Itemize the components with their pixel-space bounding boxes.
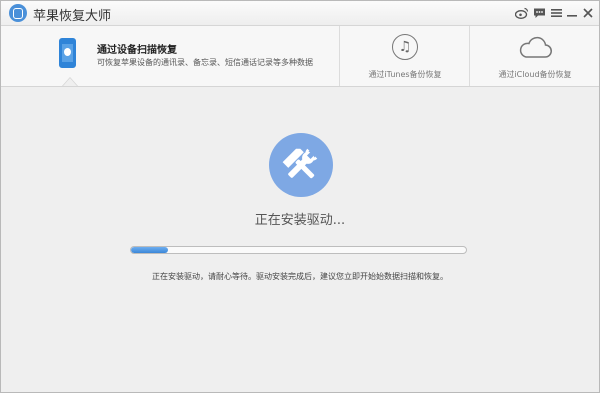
mode-tab-bar: 通过设备扫描恢复 可恢复苹果设备的通讯录、备忘录、短信通话记录等多种数据 ♫ 通… [1, 26, 599, 87]
music-note-icon: ♫ [392, 34, 418, 60]
active-tab-pointer [63, 78, 77, 86]
menu-icon[interactable] [549, 6, 563, 20]
app-window: 苹果恢复大师 通过设备扫描恢复 可恢复苹果设备的通讯录、备忘录、短信通话记录等多… [0, 0, 600, 393]
weibo-icon[interactable] [515, 6, 529, 20]
main-panel: 正在安装驱动... 正在安装驱动，请耐心等待。驱动安装完成后，建议您立即开始始数… [1, 87, 599, 392]
chat-icon[interactable] [532, 6, 546, 20]
tab-device-scan[interactable]: 通过设备扫描恢复 可恢复苹果设备的通讯录、备忘录、短信通话记录等多种数据 [1, 26, 339, 86]
tab-icloud-backup[interactable]: 通过iCloud备份恢复 [469, 26, 599, 86]
title-bar[interactable]: 苹果恢复大师 [1, 1, 599, 26]
tab-itunes-label: 通过iTunes备份恢复 [368, 70, 442, 79]
install-progress-fill [131, 247, 168, 253]
phone-icon [59, 38, 76, 68]
tab-itunes-backup[interactable]: ♫ 通过iTunes备份恢复 [339, 26, 470, 86]
cloud-icon [519, 36, 552, 58]
app-title: 苹果恢复大师 [33, 9, 112, 24]
tools-icon [269, 133, 333, 197]
install-progress-bar [130, 246, 467, 254]
install-status-text: 正在安装驱动... [254, 213, 346, 228]
tab-device-description: 可恢复苹果设备的通讯录、备忘录、短信通话记录等多种数据 [97, 58, 313, 67]
tab-device-title: 通过设备扫描恢复 [97, 45, 177, 56]
install-hint-text: 正在安装驱动，请耐心等待。驱动安装完成后，建议您立即开始始数据扫描和恢复。 [152, 272, 448, 281]
tab-icloud-label: 通过iCloud备份恢复 [498, 70, 572, 79]
minimize-icon[interactable] [565, 6, 579, 20]
app-logo-icon [9, 4, 27, 22]
close-icon[interactable] [581, 6, 595, 20]
